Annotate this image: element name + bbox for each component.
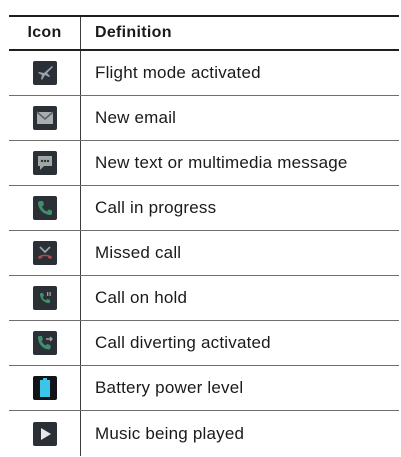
definition-cell: Missed call [81, 231, 399, 275]
definition-cell: Call on hold [81, 276, 399, 320]
definition-cell: New email [81, 96, 399, 140]
call-hold-icon [32, 286, 57, 310]
status-icon-table: Icon Definition Flight mode activated Ne… [9, 15, 399, 456]
battery-icon [32, 376, 57, 400]
definition-cell: Call in progress [81, 186, 399, 230]
definition-text: New text or multimedia message [95, 153, 348, 172]
definition-cell: New text or multimedia message [81, 141, 399, 185]
icon-cell [9, 231, 81, 275]
icon-column-header: Icon [9, 17, 81, 49]
table-header-row: Icon Definition [9, 15, 399, 51]
definition-text: Call in progress [95, 198, 217, 217]
definition-text: New email [95, 108, 177, 127]
table-row: Flight mode activated [9, 51, 399, 96]
definition-column-header: Definition [95, 24, 172, 41]
table-row: Call diverting activated [9, 321, 399, 366]
table-row: Call in progress [9, 186, 399, 231]
table-row: New text or multimedia message [9, 141, 399, 186]
icon-cell [9, 96, 81, 140]
icon-cell [9, 141, 81, 185]
icon-cell [9, 411, 81, 456]
definition-cell: Flight mode activated [81, 51, 399, 95]
envelope-icon [32, 106, 57, 130]
message-bubble-icon [32, 151, 57, 175]
definition-cell: Call diverting activated [81, 321, 399, 365]
table-row: Call on hold [9, 276, 399, 321]
definition-text: Music being played [95, 423, 245, 443]
play-icon [32, 421, 57, 446]
definition-text: Call diverting activated [95, 333, 271, 352]
icon-cell [9, 321, 81, 365]
call-divert-icon [32, 331, 57, 355]
definition-text: Battery power level [95, 378, 244, 397]
definition-cell: Music being played [81, 411, 399, 456]
definition-text: Missed call [95, 243, 182, 262]
phone-handset-icon [32, 196, 57, 220]
icon-cell [9, 51, 81, 95]
definition-cell: Battery power level [81, 366, 399, 410]
table-row: Missed call [9, 231, 399, 276]
missed-call-icon [32, 241, 57, 265]
table-row: Battery power level [9, 366, 399, 411]
table-row: Music being played [9, 411, 399, 456]
definition-text: Flight mode activated [95, 63, 261, 82]
definition-text: Call on hold [95, 288, 188, 307]
icon-cell [9, 186, 81, 230]
table-row: New email [9, 96, 399, 141]
icon-cell [9, 276, 81, 320]
airplane-icon [32, 61, 57, 85]
icon-cell [9, 366, 81, 410]
